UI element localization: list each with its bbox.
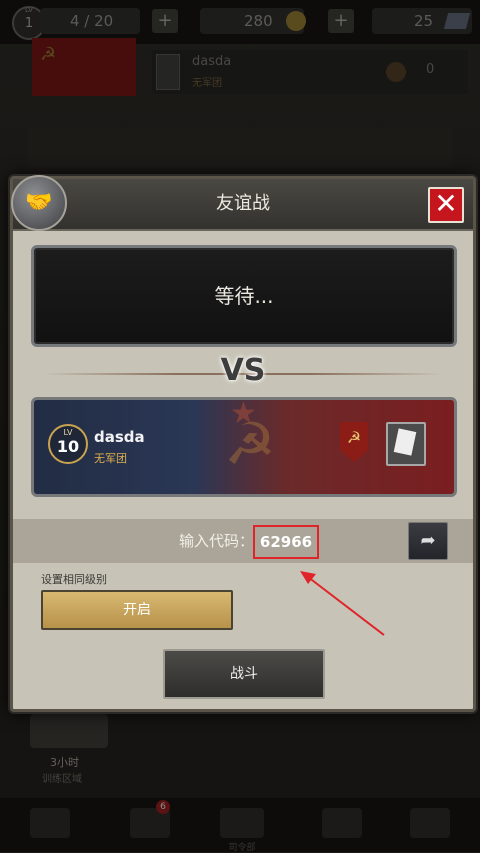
emblem-icon: ☭ bbox=[340, 422, 368, 462]
set-same-level-label: 设置相同级别 bbox=[41, 573, 107, 586]
opponent-panel: ★ ☭ LV 10 dasda 无军团 ☭ bbox=[31, 397, 457, 497]
fight-button-label: 战斗 bbox=[230, 666, 258, 682]
opponent-level-badge: LV 10 bbox=[48, 424, 88, 464]
waiting-panel: 等待... bbox=[31, 245, 457, 347]
opponent-name: dasda bbox=[94, 428, 145, 446]
waiting-text: 等待... bbox=[214, 284, 274, 308]
card-face bbox=[393, 428, 417, 456]
close-button[interactable]: ✕ bbox=[428, 187, 464, 223]
enable-button-label: 开启 bbox=[123, 602, 151, 618]
share-icon: ➦ bbox=[420, 530, 436, 551]
card-icon bbox=[386, 422, 426, 466]
share-button[interactable]: ➦ bbox=[408, 522, 448, 560]
handshake-icon: 🤝 bbox=[11, 175, 67, 231]
code-label: 输入代码： bbox=[179, 532, 255, 550]
emblem-glyph: ☭ bbox=[346, 428, 362, 447]
code-value: 62966 bbox=[259, 533, 313, 551]
handshake-glyph: 🤝 bbox=[25, 190, 53, 215]
vs-label: VS bbox=[220, 353, 266, 388]
friendly-battle-dialog: 友谊战 ✕ 🤝 等待... VS ★ ☭ LV 10 dasda 无军团 ☭ 输… bbox=[10, 175, 476, 712]
hammer-sickle-icon: ☭ bbox=[224, 410, 276, 478]
code-highlight-box[interactable]: 62966 bbox=[253, 525, 319, 559]
opponent-level: 10 bbox=[56, 437, 80, 456]
enable-button[interactable]: 开启 bbox=[41, 590, 233, 630]
dialog-header: 友谊战 ✕ bbox=[13, 179, 473, 231]
opponent-legion: 无军团 bbox=[94, 452, 127, 465]
code-bar: 输入代码： 62966 ➦ bbox=[13, 519, 473, 563]
fight-button[interactable]: 战斗 bbox=[163, 649, 325, 699]
level-caption: LV bbox=[63, 428, 73, 437]
dialog-title: 友谊战 bbox=[216, 193, 270, 214]
